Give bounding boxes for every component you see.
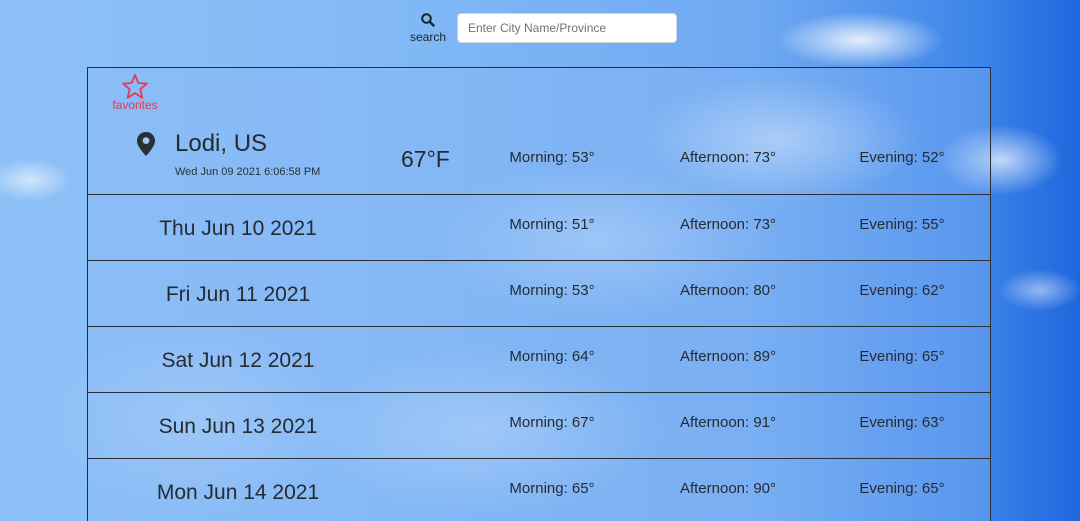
evening-temp: Evening: 65° xyxy=(859,480,945,497)
afternoon-temp: Afternoon: 89° xyxy=(679,348,777,365)
morning-temp: Morning: 51° xyxy=(509,216,595,233)
forecast-row: Mon Jun 14 2021 Morning: 65° Afternoon: … xyxy=(88,458,990,521)
favorites-button[interactable]: favorites xyxy=(108,73,162,112)
forecast-row: Fri Jun 11 2021 Morning: 53° Afternoon: … xyxy=(88,260,990,326)
afternoon-temp: Afternoon: 73° xyxy=(679,149,777,166)
afternoon-temp: Afternoon: 91° xyxy=(679,414,777,431)
morning-temp: Morning: 53° xyxy=(509,282,595,299)
favorites-label: favorites xyxy=(112,98,158,112)
search-label: search xyxy=(409,30,447,44)
forecast-row: Sun Jun 13 2021 Morning: 67° Afternoon: … xyxy=(88,392,990,458)
evening-temp: Evening: 65° xyxy=(859,348,945,365)
current-weather-row: favorites Lodi, US Wed Jun 09 2021 6:06:… xyxy=(88,68,990,194)
forecast-date: Sat Jun 12 2021 xyxy=(161,349,315,372)
forecast-date: Mon Jun 14 2021 xyxy=(156,481,320,504)
forecast-date: Thu Jun 10 2021 xyxy=(159,217,317,240)
star-outline-icon xyxy=(122,74,148,99)
morning-temp: Morning: 53° xyxy=(509,149,595,166)
forecast-date: Sun Jun 13 2021 xyxy=(158,415,318,438)
forecast-row: Sat Jun 12 2021 Morning: 64° Afternoon: … xyxy=(88,326,990,392)
morning-temp: Morning: 65° xyxy=(509,480,595,497)
afternoon-temp: Afternoon: 80° xyxy=(679,282,777,299)
evening-temp: Evening: 62° xyxy=(859,282,945,299)
search-input[interactable] xyxy=(457,13,677,43)
afternoon-temp: Afternoon: 73° xyxy=(679,216,777,233)
forecast-row: Thu Jun 10 2021 Morning: 51° Afternoon: … xyxy=(88,194,990,260)
map-pin-icon xyxy=(137,132,155,156)
morning-temp: Morning: 67° xyxy=(509,414,595,431)
evening-temp: Evening: 52° xyxy=(859,149,945,166)
city-name: Lodi, US xyxy=(175,130,268,157)
search-button[interactable]: search xyxy=(407,12,449,44)
forecast-date: Fri Jun 11 2021 xyxy=(165,283,311,306)
forecast-panel: favorites Lodi, US Wed Jun 09 2021 6:06:… xyxy=(87,67,991,521)
morning-temp: Morning: 64° xyxy=(509,348,595,365)
current-temperature: 67°F xyxy=(401,146,450,172)
search-icon xyxy=(421,13,435,27)
evening-temp: Evening: 63° xyxy=(859,414,945,431)
afternoon-temp: Afternoon: 90° xyxy=(679,480,777,497)
evening-temp: Evening: 55° xyxy=(859,216,945,233)
current-datetime: Wed Jun 09 2021 6:06:58 PM xyxy=(175,166,321,178)
